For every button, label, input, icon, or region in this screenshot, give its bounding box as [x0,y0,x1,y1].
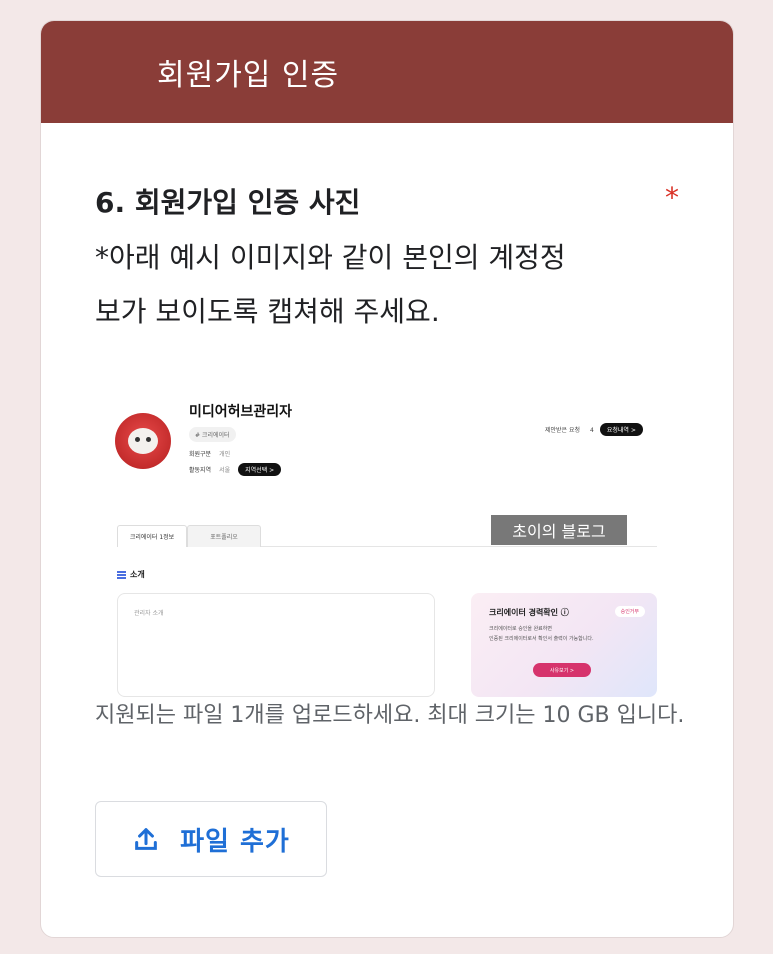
example-profile-name: 미디어허브관리자 [189,404,293,420]
upload-icon [135,828,157,850]
description-line: 보가 보이도록 캡쳐해 주세요. [95,295,440,328]
example-tab: 크리에이터 1정보 [117,525,187,547]
question-title: 6. 회원가입 인증 사진 [95,186,361,219]
description-line: *아래 예시 이미지와 같이 본인의 계정정 [95,241,566,274]
form-title: 회원가입 인증 [157,58,340,93]
example-tab: 포트폴리오 [187,525,261,547]
add-file-label: 파일 추가 [180,826,290,857]
add-file-button[interactable]: 파일 추가 [95,801,327,877]
form-card: 회원가입 인증 6. 회원가입 인증 사진 * *아래 예시 이미지와 같이 본… [40,20,734,938]
example-career-card: 크리에이터 경력확인 ⓘ 승인거부 크리에이터로 승인을 완료하면 인증된 크리에… [471,593,657,697]
example-region: 활동지역 서울 지역선택 > [189,463,282,476]
example-requests: 제안받은 요청 4 요청내역 > [545,423,643,436]
list-icon [117,570,126,579]
upload-note: 지원되는 파일 1개를 업로드하세요. 최대 크기는 10 GB 입니다. [95,703,685,728]
watermark: 초이의 블로그 [491,515,627,545]
example-member-type: 회원구분 개인 [189,451,231,458]
example-image: 미디어허브관리자 # 크리에이터 회원구분 개인 활동지역 서울 지역선택 > 제안받… [101,383,667,697]
required-mark: * [665,181,679,214]
example-section-title: 소개 [117,569,145,580]
form-header: 회원가입 인증 [41,21,733,123]
avatar [115,413,171,469]
example-tag: # 크리에이터 [189,427,236,442]
example-intro-box: 관리자 소개 [117,593,435,697]
question-description: *아래 예시 이미지와 같이 본인의 계정정 보가 보이도록 캡쳐해 주세요. [95,231,675,339]
